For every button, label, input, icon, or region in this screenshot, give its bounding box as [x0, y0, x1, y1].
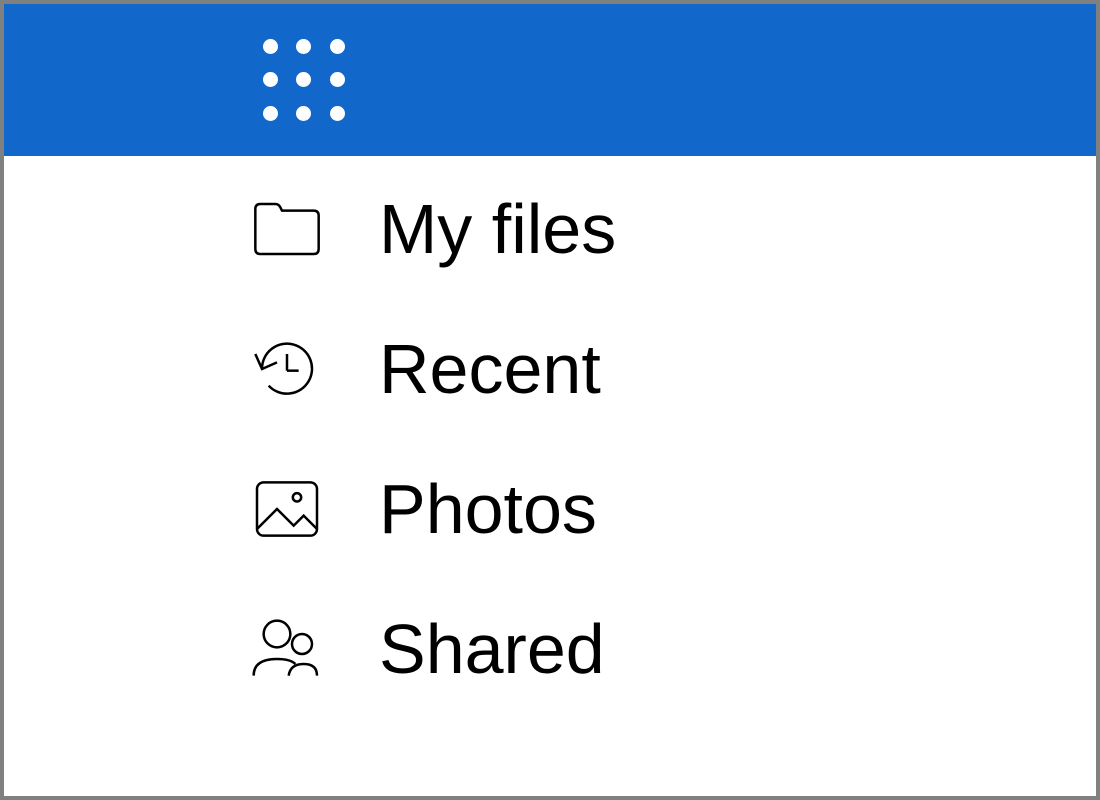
nav-item-label: Photos [379, 469, 597, 549]
waffle-dot-icon [296, 39, 311, 54]
waffle-dot-icon [330, 106, 345, 121]
waffle-dot-icon [263, 39, 278, 54]
nav-item-recent[interactable]: Recent [244, 326, 1096, 411]
app-header [4, 4, 1096, 156]
nav-item-my-files[interactable]: My files [244, 186, 1096, 271]
nav-item-photos[interactable]: Photos [244, 466, 1096, 551]
waffle-dot-icon [330, 72, 345, 87]
app-launcher-button[interactable] [254, 30, 354, 130]
waffle-dot-icon [263, 72, 278, 87]
sidebar-nav: My files Recent Photos [4, 156, 1096, 796]
waffle-dot-icon [263, 106, 278, 121]
app-frame: My files Recent Photos [4, 4, 1096, 796]
folder-icon [244, 186, 329, 271]
nav-item-label: Shared [379, 609, 605, 689]
nav-item-label: Recent [379, 329, 601, 409]
waffle-dot-icon [296, 72, 311, 87]
recent-icon [244, 326, 329, 411]
waffle-dot-icon [296, 106, 311, 121]
shared-icon [244, 606, 329, 691]
photos-icon [244, 466, 329, 551]
nav-item-shared[interactable]: Shared [244, 606, 1096, 691]
waffle-dot-icon [330, 39, 345, 54]
nav-item-label: My files [379, 189, 616, 269]
